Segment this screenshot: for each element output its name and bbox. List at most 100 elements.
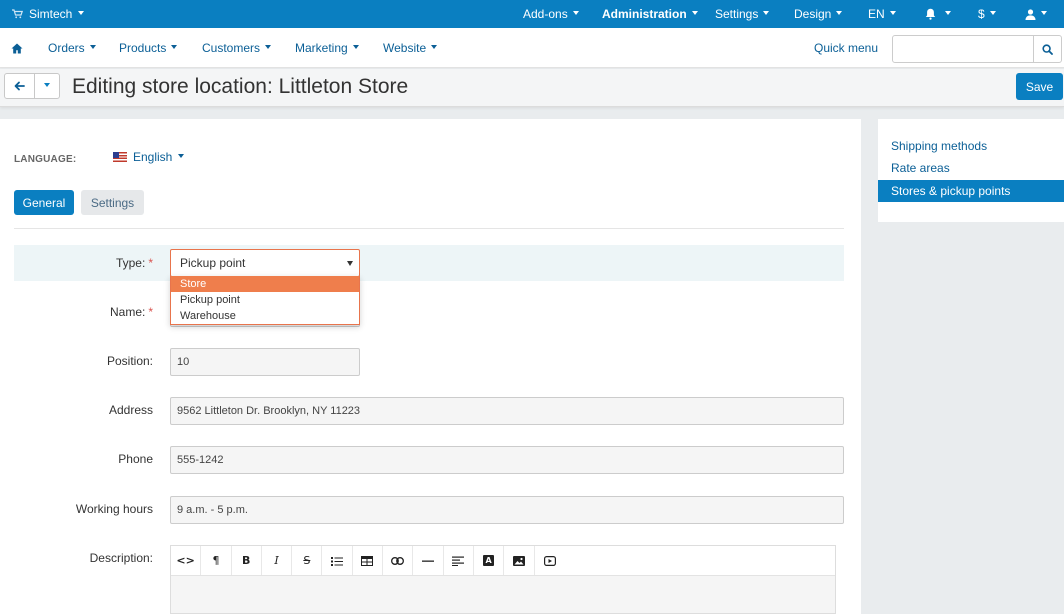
history-dropdown-button[interactable] <box>34 73 60 99</box>
sidebar-item-shipping-methods[interactable]: Shipping methods <box>878 135 1064 157</box>
search-button[interactable] <box>1033 36 1061 62</box>
chevron-down-icon <box>178 154 185 158</box>
name-label-text: Name: <box>109 305 146 319</box>
position-field[interactable]: 10 <box>170 348 360 376</box>
type-option-store[interactable]: Store <box>171 276 359 292</box>
type-dropdown-list: Store Pickup point Warehouse <box>170 276 360 325</box>
sidebar: Shipping methods Rate areas Stores & pic… <box>878 119 1064 222</box>
unordered-list-icon[interactable] <box>322 546 353 575</box>
nav-website[interactable]: Website <box>383 28 438 68</box>
main-navigation: Orders Products Customers Marketing Webs… <box>0 28 1064 68</box>
nav-customers-label: Customers <box>202 41 261 55</box>
font-color-glyph: A <box>483 555 495 566</box>
align-icon[interactable] <box>444 546 474 575</box>
store-switcher[interactable]: Simtech <box>12 0 85 28</box>
type-select-value: Pickup point <box>180 256 246 270</box>
working-hours-field[interactable]: 9 a.m. - 5 p.m. <box>170 496 844 524</box>
menu-currency[interactable]: $ <box>978 0 996 28</box>
nav-orders-label: Orders <box>48 41 85 55</box>
description-textarea[interactable] <box>171 576 835 613</box>
sidebar-item-rate-areas[interactable]: Rate areas <box>878 157 1064 179</box>
bell-icon <box>925 8 936 20</box>
paragraph-icon[interactable]: ¶ <box>201 546 232 575</box>
user-menu[interactable] <box>1025 0 1047 28</box>
nav-marketing[interactable]: Marketing <box>295 28 359 68</box>
menu-administration[interactable]: Administration <box>602 0 698 28</box>
code-icon[interactable]: <> <box>171 546 202 575</box>
brand-name: Simtech <box>29 7 73 21</box>
search-input[interactable] <box>893 36 1034 62</box>
nav-website-label: Website <box>383 41 427 55</box>
save-button[interactable]: Save <box>1016 73 1063 100</box>
us-flag-icon <box>113 152 127 162</box>
menu-language-label: EN <box>868 7 885 21</box>
home-icon <box>11 43 23 53</box>
type-select[interactable]: Pickup point <box>170 249 360 277</box>
type-label: Type: * <box>116 256 153 270</box>
back-button[interactable] <box>4 73 35 99</box>
tab-general[interactable]: General <box>14 190 74 215</box>
italic-icon[interactable]: I <box>262 546 293 575</box>
address-label: Address <box>108 403 153 417</box>
user-icon <box>1025 8 1036 20</box>
menu-design-label: Design <box>794 7 832 21</box>
notifications-menu[interactable] <box>925 0 951 28</box>
chevron-down-icon <box>89 45 96 49</box>
nav-products[interactable]: Products <box>119 28 178 68</box>
search-icon <box>1042 43 1053 55</box>
menu-currency-label: $ <box>978 7 985 21</box>
quick-menu-link[interactable]: Quick menu <box>814 28 878 68</box>
tab-settings[interactable]: Settings <box>81 190 144 215</box>
search-box <box>892 35 1062 63</box>
table-icon[interactable] <box>353 546 384 575</box>
chevron-down-icon <box>836 11 843 15</box>
phone-field[interactable]: 555-1242 <box>170 446 844 474</box>
menu-design[interactable]: Design <box>794 0 843 28</box>
bold-icon[interactable]: B <box>232 546 262 575</box>
chevron-down-icon <box>691 11 698 15</box>
language-selector[interactable]: English <box>113 150 185 164</box>
type-option-warehouse[interactable]: Warehouse <box>171 308 359 324</box>
strikethrough-icon[interactable]: S <box>292 546 323 575</box>
chevron-down-icon <box>265 45 272 49</box>
working-hours-label: Working hours <box>75 502 153 516</box>
phone-label: Phone <box>118 452 153 466</box>
page-header: Editing store location: Littleton Store … <box>0 69 1064 107</box>
position-label: Position: <box>106 354 153 368</box>
image-icon[interactable] <box>504 546 535 575</box>
nav-marketing-label: Marketing <box>295 41 348 55</box>
language-label: LANGUAGE: <box>14 154 77 165</box>
chevron-down-icon <box>44 83 50 87</box>
menu-language[interactable]: EN <box>868 0 896 28</box>
required-mark: * <box>148 305 153 319</box>
chevron-down-icon <box>171 45 178 49</box>
menu-addons[interactable]: Add-ons <box>523 0 579 28</box>
nav-products-label: Products <box>119 41 167 55</box>
video-icon[interactable] <box>535 546 565 575</box>
type-label-text: Type: <box>115 256 146 270</box>
font-color-icon[interactable]: A <box>474 546 505 575</box>
sidebar-item-stores-pickup-points[interactable]: Stores & pickup points <box>878 180 1064 202</box>
nav-orders[interactable]: Orders <box>48 28 96 68</box>
chevron-down-icon <box>1041 11 1047 15</box>
address-field[interactable]: 9562 Littleton Dr. Brooklyn, NY 11223 <box>170 397 844 425</box>
description-editor: <> ¶ B I S A <box>170 545 836 614</box>
link-icon[interactable] <box>383 546 414 575</box>
horizontal-rule-icon[interactable] <box>413 546 444 575</box>
home-link[interactable] <box>11 28 23 68</box>
chevron-down-icon <box>352 45 359 49</box>
description-label: Description: <box>89 551 153 565</box>
menu-settings[interactable]: Settings <box>715 0 770 28</box>
menu-administration-label: Administration <box>602 7 687 21</box>
chevron-down-icon <box>78 11 85 15</box>
cart-icon <box>12 9 23 19</box>
name-label: Name: * <box>110 305 153 319</box>
menu-settings-label: Settings <box>715 7 759 21</box>
main-content: LANGUAGE: English General Settings Type:… <box>0 119 861 614</box>
menu-addons-label: Add-ons <box>523 7 568 21</box>
type-option-pickup-point[interactable]: Pickup point <box>171 292 359 308</box>
chevron-down-icon <box>431 45 438 49</box>
chevron-down-icon <box>889 11 896 15</box>
arrow-left-icon <box>14 81 25 91</box>
nav-customers[interactable]: Customers <box>202 28 272 68</box>
